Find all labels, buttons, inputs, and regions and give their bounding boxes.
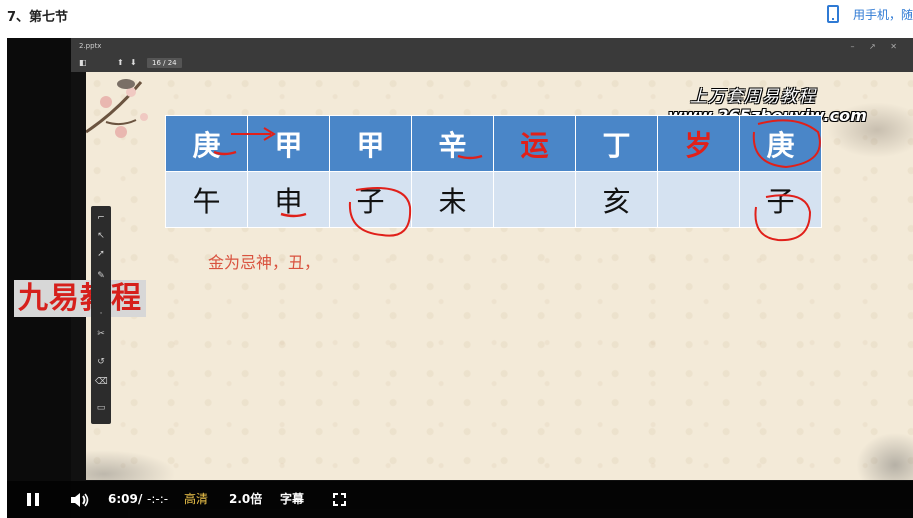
bazi-table: 庚 甲 甲 辛 运 丁 岁 庚 午 申 子 未 亥 子 xyxy=(165,115,822,228)
fullscreen-icon[interactable] xyxy=(333,493,346,506)
undo-icon[interactable]: ↺ xyxy=(95,356,107,368)
table-cell: 丁 xyxy=(575,115,658,172)
ink-corner-left xyxy=(86,450,176,480)
video-player[interactable]: 2.pptx ◧ ⬆ ⬇ 16 / 24 – ↗ ✕ 上万套周易教程 www.2… xyxy=(7,38,913,518)
annotation-toolbar: ⌐ ↖ ➚ ✎ · ✂ ↺ ⌫ ▭ xyxy=(91,206,111,424)
current-time: 6:09 xyxy=(108,492,138,506)
ink-corner xyxy=(853,430,913,480)
top-bar: 7、第七节 用手机，随 xyxy=(0,0,913,30)
cursor-icon[interactable]: ➚ xyxy=(95,248,107,260)
table-cell: 运 xyxy=(493,115,576,172)
pen-icon[interactable]: ✎ xyxy=(95,270,107,282)
table-row: 午 申 子 未 亥 子 xyxy=(165,171,822,228)
table-cell xyxy=(657,171,740,228)
mobile-watch-label: 用手机，随 xyxy=(852,7,913,22)
table-cell: 未 xyxy=(411,171,494,228)
time-separator: / xyxy=(138,492,143,506)
ppt-app-bar: 2.pptx ◧ ⬆ ⬇ 16 / 24 – ↗ ✕ xyxy=(71,38,913,72)
phone-icon xyxy=(827,5,839,23)
watermark-title: 上万套周易教程 xyxy=(690,87,816,107)
panel-toggle-icon: ◧ xyxy=(79,58,87,67)
speed-button[interactable]: 2.0倍 xyxy=(229,481,262,518)
file-name: 2.pptx xyxy=(79,42,102,50)
window-controls-icon: – ↗ ✕ xyxy=(850,42,903,51)
slide: 上万套周易教程 www.265zhouyiw.com 庚 甲 甲 辛 运 丁 岁… xyxy=(86,72,913,480)
lesson-title: 7、第七节 xyxy=(7,10,69,25)
pause-icon[interactable] xyxy=(27,493,39,506)
board-icon[interactable]: ▭ xyxy=(95,402,107,414)
table-cell: 子 xyxy=(739,171,822,228)
pointer-back-icon[interactable]: ↖ xyxy=(95,230,107,242)
volume-icon[interactable] xyxy=(70,492,90,508)
player-controls: 6:09 / -:-:- 高清 2.0倍 字幕 xyxy=(7,481,913,518)
note-text: 金为忌神，丑， xyxy=(208,253,321,272)
scissors-icon[interactable]: ✂ xyxy=(95,328,107,340)
eraser-icon[interactable]: ⌫ xyxy=(95,376,108,388)
table-cell: 庚 xyxy=(739,115,822,172)
table-cell: 甲 xyxy=(329,115,412,172)
table-cell: 子 xyxy=(329,171,412,228)
page: 7、第七节 用手机，随 2.pptx ◧ ⬆ ⬇ 16 / 24 – ↗ ✕ 上… xyxy=(0,0,913,518)
dot-icon[interactable]: · xyxy=(95,308,107,320)
table-row: 庚 甲 甲 辛 运 丁 岁 庚 xyxy=(165,115,822,172)
table-cell: 庚 xyxy=(165,115,248,172)
down-arrow-icon: ⬇ xyxy=(130,58,137,67)
page-indicator: 16 / 24 xyxy=(147,58,182,68)
table-cell xyxy=(493,171,576,228)
table-cell: 午 xyxy=(165,171,248,228)
letterbox-left xyxy=(7,38,71,518)
duration: -:-:- xyxy=(147,492,169,506)
expand-icon[interactable]: ⌐ xyxy=(95,212,107,224)
table-cell: 辛 xyxy=(411,115,494,172)
table-cell: 甲 xyxy=(247,115,330,172)
up-arrow-icon: ⬆ xyxy=(117,58,124,67)
table-cell: 亥 xyxy=(575,171,658,228)
blossom-ink-icon xyxy=(86,79,148,138)
quality-button[interactable]: 高清 xyxy=(184,481,208,518)
table-cell: 岁 xyxy=(657,115,740,172)
table-cell: 申 xyxy=(247,171,330,228)
mobile-watch-link[interactable]: 用手机，随 xyxy=(827,5,913,23)
jiuyi-logo: 九易教程 xyxy=(14,280,146,317)
subtitle-button[interactable]: 字幕 xyxy=(280,481,304,518)
